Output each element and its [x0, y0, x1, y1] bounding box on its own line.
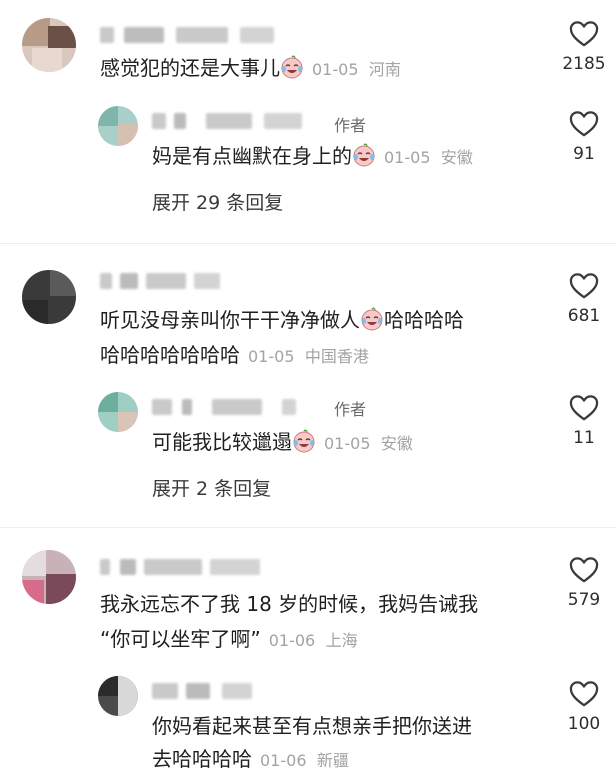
author-tag: 作者: [334, 400, 367, 419]
reply-text-line1: 你妈看起来甚至有点想亲手把你送进: [152, 714, 472, 738]
avatar[interactable]: [22, 270, 76, 324]
like-count: 100: [567, 714, 601, 734]
reply-text-line2: 去哈哈哈哈 01-06 新疆: [152, 747, 349, 771]
like-count: 11: [573, 428, 595, 448]
like-button[interactable]: 91: [554, 110, 614, 164]
username-blurred[interactable]: [152, 680, 262, 702]
heart-outline-icon: [569, 394, 599, 422]
crying-laughing-emoji-icon: [360, 307, 384, 331]
expand-replies-button[interactable]: 展开 2 条回复: [152, 474, 271, 501]
comment-location: 河南: [368, 60, 401, 79]
reply-location: 安徽: [380, 434, 413, 453]
comment-time: 01-06: [268, 631, 316, 650]
like-button[interactable]: 579: [554, 556, 614, 610]
avatar[interactable]: [98, 392, 138, 432]
comment-text-line1: 我永远忘不了我 18 岁的时候，我妈告诫我: [100, 592, 479, 616]
author-tag: 作者: [334, 116, 367, 135]
avatar[interactable]: [22, 18, 76, 72]
like-count: 2185: [562, 54, 606, 74]
like-button[interactable]: 2185: [554, 20, 614, 74]
avatar[interactable]: [98, 106, 138, 146]
username-blurred[interactable]: [100, 24, 280, 46]
comment-text-line2: 哈哈哈哈哈哈哈 01-05 中国香港: [100, 343, 369, 367]
reply-time: 01-05: [324, 434, 371, 453]
comment-text-line2: “你可以坐牢了啊” 01-06 上海: [100, 627, 358, 651]
heart-outline-icon: [569, 680, 599, 708]
username-blurred[interactable]: [152, 110, 317, 132]
like-button[interactable]: 100: [554, 680, 614, 734]
username-blurred[interactable]: [100, 556, 280, 578]
comment-time: 01-05: [248, 347, 295, 366]
like-count: 579: [567, 590, 601, 610]
reply-time: 01-06: [260, 751, 307, 770]
heart-outline-icon: [569, 272, 599, 300]
heart-outline-icon: [569, 556, 599, 584]
heart-outline-icon: [569, 110, 599, 138]
reply-location: 新疆: [316, 751, 349, 770]
avatar[interactable]: [22, 550, 76, 604]
comment-location: 上海: [325, 631, 358, 650]
reply-time: 01-05: [384, 148, 431, 167]
like-count: 91: [573, 144, 595, 164]
avatar[interactable]: [98, 676, 138, 716]
like-button[interactable]: 681: [554, 272, 614, 326]
username-blurred[interactable]: [100, 270, 225, 292]
username-blurred[interactable]: [152, 396, 317, 418]
reply-location: 安徽: [440, 148, 473, 167]
comment-location: 中国香港: [304, 347, 369, 366]
crying-laughing-emoji-icon: [280, 55, 304, 79]
reply-text: 可能我比较邋遢 01-05 安徽: [152, 429, 413, 454]
crying-laughing-emoji-icon: [352, 143, 376, 167]
divider: [0, 527, 616, 528]
like-button[interactable]: 11: [554, 394, 614, 448]
expand-replies-button[interactable]: 展开 29 条回复: [152, 188, 283, 215]
divider: [0, 243, 616, 244]
reply-text: 妈是有点幽默在身上的 01-05 安徽: [152, 143, 473, 168]
comment-time: 01-05: [312, 60, 359, 79]
comment-text-line1: 听见没母亲叫你干干净净做人 哈哈哈哈: [100, 307, 464, 332]
heart-outline-icon: [569, 20, 599, 48]
like-count: 681: [567, 306, 601, 326]
crying-laughing-emoji-icon: [292, 429, 316, 453]
comment-text: 感觉犯的还是大事儿 01-05 河南: [100, 55, 401, 80]
